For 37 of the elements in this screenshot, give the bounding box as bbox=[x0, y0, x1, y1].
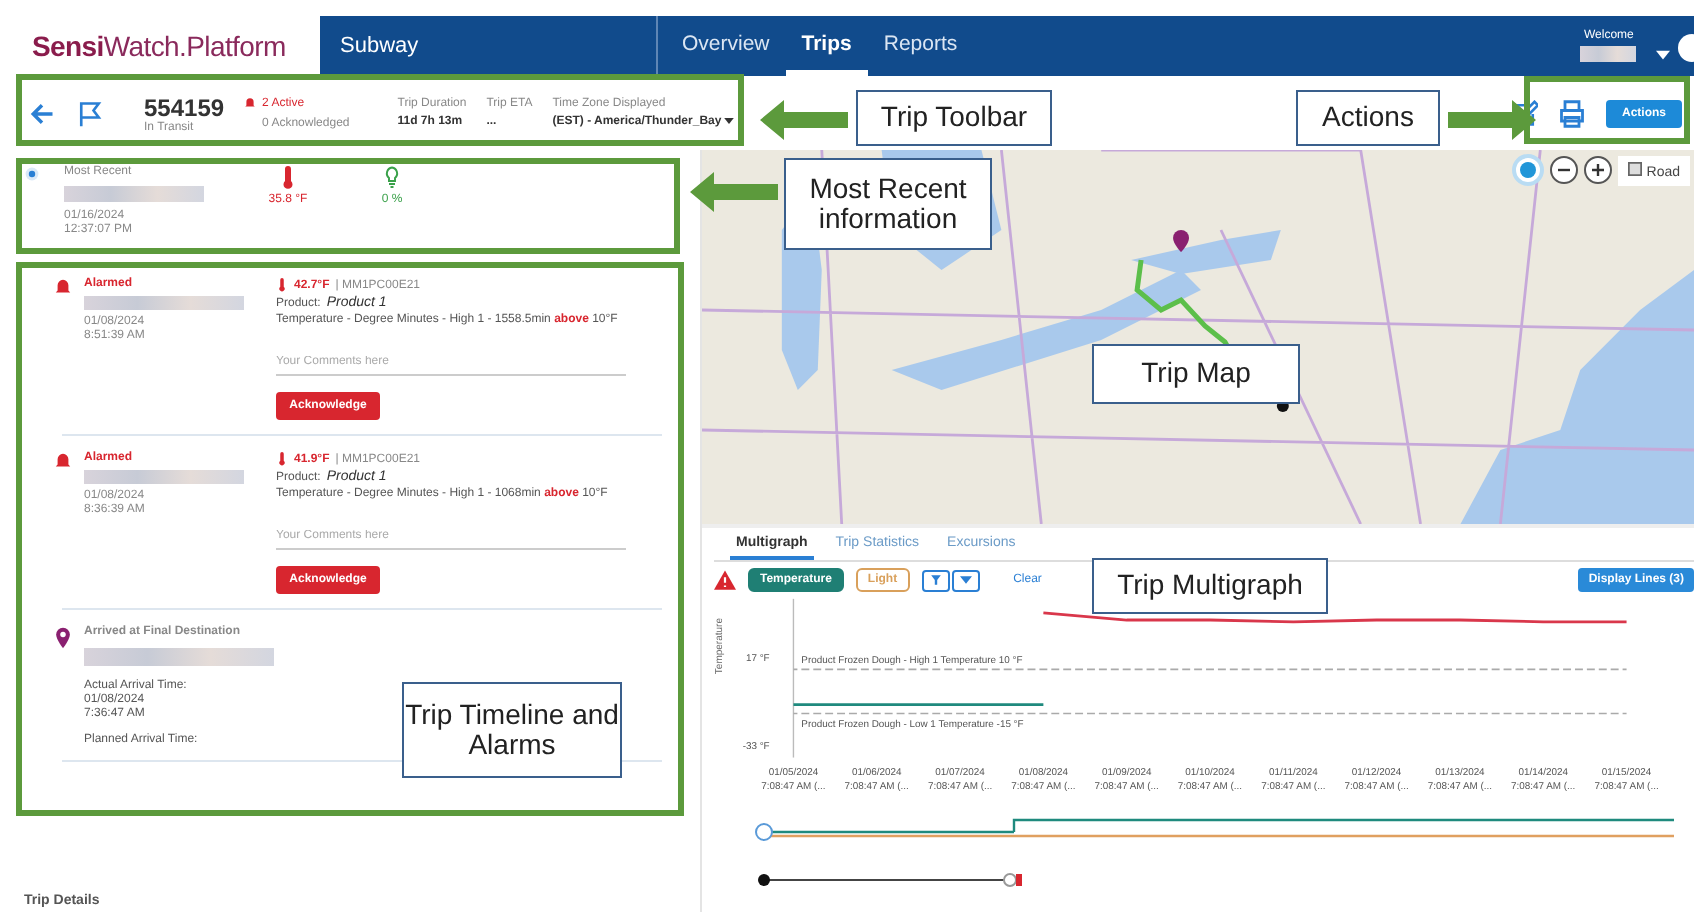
nav-tab[interactable]: Overview bbox=[666, 16, 786, 76]
callout-label: Trip Multigraph bbox=[1092, 558, 1328, 614]
bell-icon bbox=[54, 278, 72, 296]
filter-button[interactable] bbox=[921, 569, 950, 591]
warning-icon bbox=[714, 570, 736, 590]
nav-tab[interactable]: Trips bbox=[785, 16, 868, 76]
arrow-icon bbox=[760, 100, 848, 140]
print-icon[interactable] bbox=[1557, 99, 1586, 127]
flag-icon[interactable] bbox=[76, 99, 104, 127]
callout-label: Trip Timeline and Alarms bbox=[402, 682, 622, 778]
caret-icon bbox=[724, 118, 735, 124]
callout-label: Trip Map bbox=[1092, 344, 1300, 404]
callout-label: Most Recent information bbox=[784, 158, 992, 250]
callout-label: Actions bbox=[1296, 90, 1440, 146]
nav-tab[interactable]: Reports bbox=[867, 16, 974, 76]
back-arrow-icon[interactable] bbox=[28, 99, 56, 127]
redacted-block bbox=[64, 186, 204, 202]
arrow-icon bbox=[690, 172, 778, 212]
bell-icon bbox=[244, 96, 257, 110]
thermometer-icon bbox=[280, 166, 296, 190]
bell-icon bbox=[54, 452, 72, 470]
pin-icon bbox=[54, 626, 72, 650]
dropdown-button[interactable] bbox=[951, 569, 980, 591]
plus-icon bbox=[1588, 160, 1609, 180]
light-bulb-icon bbox=[384, 166, 400, 190]
timeline-dot-icon bbox=[24, 166, 40, 182]
callout-label: Trip Toolbar bbox=[856, 90, 1052, 146]
trip-number: 554159 bbox=[144, 93, 225, 121]
logo: SensiWatch.Platform bbox=[0, 16, 320, 76]
layers-icon bbox=[1628, 161, 1643, 175]
thermometer-icon bbox=[276, 278, 288, 292]
funnel-icon bbox=[929, 574, 942, 586]
caret-icon[interactable] bbox=[1656, 49, 1670, 59]
account-name: Subway bbox=[340, 34, 421, 58]
thermometer-icon bbox=[276, 452, 288, 466]
redacted-block bbox=[1580, 46, 1636, 62]
caret-icon bbox=[959, 574, 972, 586]
